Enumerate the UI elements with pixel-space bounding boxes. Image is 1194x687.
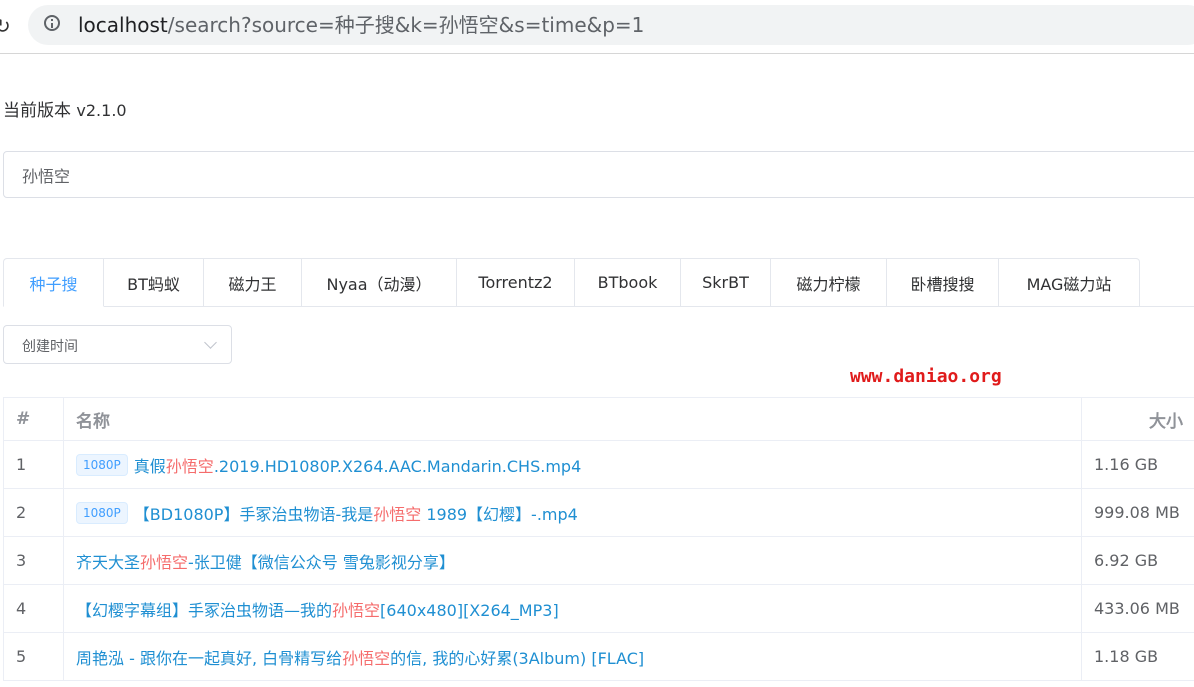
row-index: 5 <box>4 633 64 680</box>
tab-label: 卧槽搜搜 <box>910 274 975 294</box>
table-header: # 名称 大小 <box>4 398 1194 441</box>
tab-label: 种子搜 <box>29 274 78 294</box>
tab-cili-ningmeng[interactable]: 磁力柠檬 <box>771 258 887 307</box>
table-row: 1 1080P 真假孙悟空.2019.HD1080P.X264.AAC.Mand… <box>4 441 1194 489</box>
row-index: 4 <box>4 585 64 632</box>
tab-label: Torrentz2 <box>478 273 553 292</box>
result-link[interactable]: 齐天大圣孙悟空-张卫健【微信公众号 雪兔影视分享】 <box>76 549 455 573</box>
name-prefix: 真假 <box>133 456 166 476</box>
tab-label: 磁力王 <box>228 274 277 294</box>
version-number: v2.1.0 <box>76 101 127 120</box>
table-row: 5 周艳泓 - 跟你在一起真好, 白骨精写给孙悟空的信, 我的心好累(3Albu… <box>4 633 1194 681</box>
result-link[interactable]: 真假孙悟空.2019.HD1080P.X264.AAC.Mandarin.CHS… <box>134 453 581 477</box>
row-size: 999.08 MB <box>1082 489 1194 536</box>
row-name-cell: 1080P 【BD1080P】手冢治虫物语-我是孙悟空 1989【幻樱】-.mp… <box>64 489 1082 536</box>
name-suffix: 1989【幻樱】-.mp4 <box>421 504 578 524</box>
name-suffix: .2019.HD1080P.X264.AAC.Mandarin.CHS.mp4 <box>213 456 582 476</box>
tab-bt-mayi[interactable]: BT蚂蚁 <box>104 258 204 307</box>
chevron-down-icon <box>204 336 217 349</box>
version-label: 当前版本 <box>3 101 71 121</box>
table-row: 3 齐天大圣孙悟空-张卫健【微信公众号 雪兔影视分享】 6.92 GB <box>4 537 1194 585</box>
tab-mag-cili[interactable]: MAG磁力站 <box>999 258 1140 307</box>
sort-selected-value: 创建时间 <box>22 339 78 355</box>
search-box[interactable] <box>3 151 1194 198</box>
name-prefix: 周艳泓 - 跟你在一起真好, 白骨精写给 <box>76 648 343 668</box>
address-url[interactable]: localhost/search?source=种子搜&k=孙悟空&s=time… <box>78 12 644 38</box>
sort-select[interactable]: 创建时间 <box>3 325 232 364</box>
row-size: 433.06 MB <box>1082 585 1194 632</box>
keyword-highlight: 孙悟空 <box>342 648 391 668</box>
tab-label: BTbook <box>597 273 658 292</box>
header-index: # <box>4 398 64 440</box>
name-prefix: 【BD1080P】手冢治虫物语-我是 <box>133 504 374 524</box>
name-suffix: -张卫健【微信公众号 雪兔影视分享】 <box>188 552 455 572</box>
tab-label: MAG磁力站 <box>1026 274 1112 294</box>
row-name-cell: 1080P 真假孙悟空.2019.HD1080P.X264.AAC.Mandar… <box>64 441 1082 488</box>
row-index: 1 <box>4 441 64 488</box>
tab-label: SkrBT <box>702 273 749 292</box>
header-name: 名称 <box>64 398 1082 440</box>
version-info: 当前版本 v2.1.0 <box>3 96 127 121</box>
name-prefix: 【幻樱字幕组】手冢治虫物语—我的 <box>76 600 333 620</box>
tab-btbook[interactable]: BTbook <box>575 258 681 307</box>
tabs-divider <box>3 306 1194 307</box>
row-index: 2 <box>4 489 64 536</box>
tab-skrbt[interactable]: SkrBT <box>681 258 771 307</box>
keyword-highlight: 孙悟空 <box>165 456 214 476</box>
search-input[interactable] <box>22 152 622 197</box>
row-size: 1.18 GB <box>1082 633 1194 680</box>
result-link[interactable]: 周艳泓 - 跟你在一起真好, 白骨精写给孙悟空的信, 我的心好累(3Album)… <box>76 645 644 669</box>
row-index: 3 <box>4 537 64 584</box>
keyword-highlight: 孙悟空 <box>332 600 381 620</box>
watermark-text: www.daniao.org <box>850 366 1002 387</box>
header-size[interactable]: 大小 <box>1082 398 1194 440</box>
tab-torrentz2[interactable]: Torrentz2 <box>457 258 575 307</box>
name-prefix: 齐天大圣 <box>76 552 141 572</box>
tab-label: Nyaa（动漫） <box>326 274 432 294</box>
row-size: 6.92 GB <box>1082 537 1194 584</box>
browser-toolbar: ↻ localhost/search?source=种子搜&k=孙悟空&s=ti… <box>0 0 1194 54</box>
row-size: 1.16 GB <box>1082 441 1194 488</box>
name-suffix: [640x480][X264_MP3] <box>380 600 559 620</box>
tab-zhongzisou[interactable]: 种子搜 <box>3 258 104 307</box>
tab-label: 磁力柠檬 <box>796 274 861 294</box>
tab-label: BT蚂蚁 <box>127 274 180 294</box>
name-suffix: 的信, 我的心好累(3Album) [FLAC] <box>390 648 645 668</box>
row-name-cell: 周艳泓 - 跟你在一起真好, 白骨精写给孙悟空的信, 我的心好累(3Album)… <box>64 633 1082 680</box>
result-link[interactable]: 【幻樱字幕组】手冢治虫物语—我的孙悟空[640x480][X264_MP3] <box>76 597 559 621</box>
keyword-highlight: 孙悟空 <box>373 504 422 524</box>
reload-icon[interactable]: ↻ <box>0 14 11 38</box>
keyword-highlight: 孙悟空 <box>140 552 189 572</box>
table-row: 4 【幻樱字幕组】手冢治虫物语—我的孙悟空[640x480][X264_MP3]… <box>4 585 1194 633</box>
tab-cili-wang[interactable]: 磁力王 <box>204 258 302 307</box>
tab-wocao-soso[interactable]: 卧槽搜搜 <box>887 258 999 307</box>
url-path: /search?source=种子搜&k=孙悟空&s=time&p=1 <box>167 13 645 37</box>
resolution-badge: 1080P <box>76 453 128 476</box>
result-link[interactable]: 【BD1080P】手冢治虫物语-我是孙悟空 1989【幻樱】-.mp4 <box>134 501 578 525</box>
source-tabs: 种子搜 BT蚂蚁 磁力王 Nyaa（动漫） Torrentz2 BTbook S… <box>3 258 1140 307</box>
results-table: # 名称 大小 1 1080P 真假孙悟空.2019.HD1080P.X264.… <box>3 397 1194 681</box>
info-icon[interactable] <box>44 15 60 31</box>
row-name-cell: 【幻樱字幕组】手冢治虫物语—我的孙悟空[640x480][X264_MP3] <box>64 585 1082 632</box>
url-host: localhost <box>78 13 168 37</box>
table-row: 2 1080P 【BD1080P】手冢治虫物语-我是孙悟空 1989【幻樱】-.… <box>4 489 1194 537</box>
row-name-cell: 齐天大圣孙悟空-张卫健【微信公众号 雪兔影视分享】 <box>64 537 1082 584</box>
tab-nyaa[interactable]: Nyaa（动漫） <box>302 258 457 307</box>
resolution-badge: 1080P <box>76 501 128 524</box>
address-bar[interactable]: localhost/search?source=种子搜&k=孙悟空&s=time… <box>28 5 1194 45</box>
